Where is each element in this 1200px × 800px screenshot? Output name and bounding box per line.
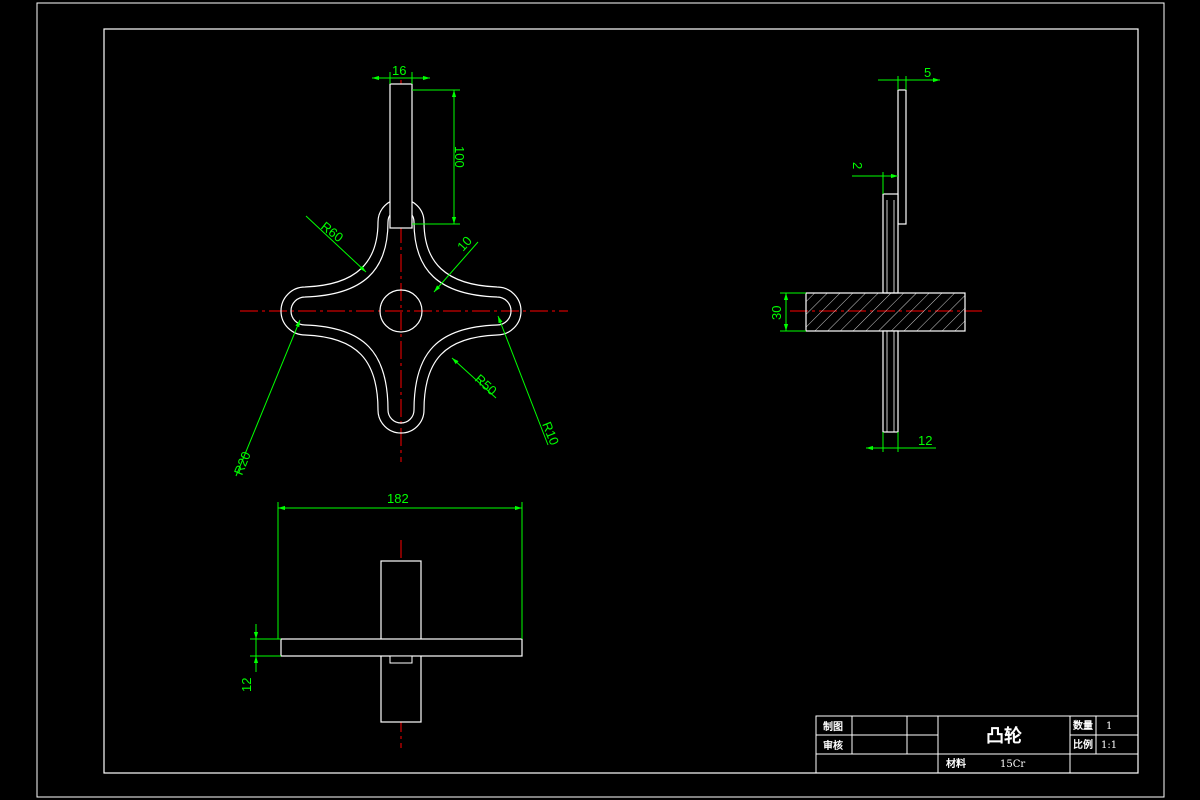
dim-side-top-width: 5 bbox=[924, 65, 931, 80]
dim-corner-radius: R60 bbox=[318, 219, 346, 246]
tb-scale-value: 1:1 bbox=[1101, 740, 1117, 751]
side-view bbox=[790, 89, 985, 433]
tb-quantity-value: 1 bbox=[1106, 721, 1112, 732]
side-lower-arm bbox=[882, 330, 899, 433]
dim-wall: 10 bbox=[454, 233, 475, 254]
side-view-dimensions bbox=[780, 76, 940, 452]
tb-material-value: 15Cr bbox=[1000, 759, 1025, 770]
tb-scale-label: 比例 bbox=[1073, 738, 1093, 751]
dim-side-bottom-width: 12 bbox=[918, 433, 932, 448]
tb-part-name: 凸轮 bbox=[986, 725, 1022, 747]
tb-quantity-label: 数量 bbox=[1073, 719, 1093, 732]
handle-rod bbox=[389, 83, 413, 229]
sheet-outer-border bbox=[36, 2, 1165, 798]
front-horizontal-plate bbox=[280, 638, 523, 657]
sheet-inner-border bbox=[103, 28, 1139, 774]
dim-top-width: 16 bbox=[392, 63, 406, 78]
top-view bbox=[240, 80, 568, 462]
dim-arm-length: 100 bbox=[452, 146, 467, 168]
tb-drawn-label: 制图 bbox=[823, 720, 843, 733]
dim-inner-radius: R50 bbox=[472, 371, 500, 398]
front-view bbox=[280, 540, 523, 748]
side-hub-section bbox=[805, 292, 966, 332]
dim-lobe-radius: R20 bbox=[231, 449, 254, 477]
tb-checked-label: 审核 bbox=[823, 739, 843, 752]
cad-drawing: 16 100 R60 10 R50 R10 R20 5 2 30 12 182 … bbox=[36, 2, 1165, 798]
dim-front-width: 182 bbox=[387, 491, 409, 506]
side-upper-arm bbox=[882, 193, 899, 294]
dim-outer-radius: R10 bbox=[539, 420, 562, 448]
dim-side-hub-height: 30 bbox=[769, 306, 784, 320]
side-rod bbox=[897, 89, 907, 225]
dim-front-thickness: 12 bbox=[239, 678, 254, 692]
dim-side-step: 2 bbox=[850, 162, 865, 169]
front-hub-slot bbox=[389, 655, 413, 664]
tb-material-label: 材料 bbox=[946, 757, 966, 770]
